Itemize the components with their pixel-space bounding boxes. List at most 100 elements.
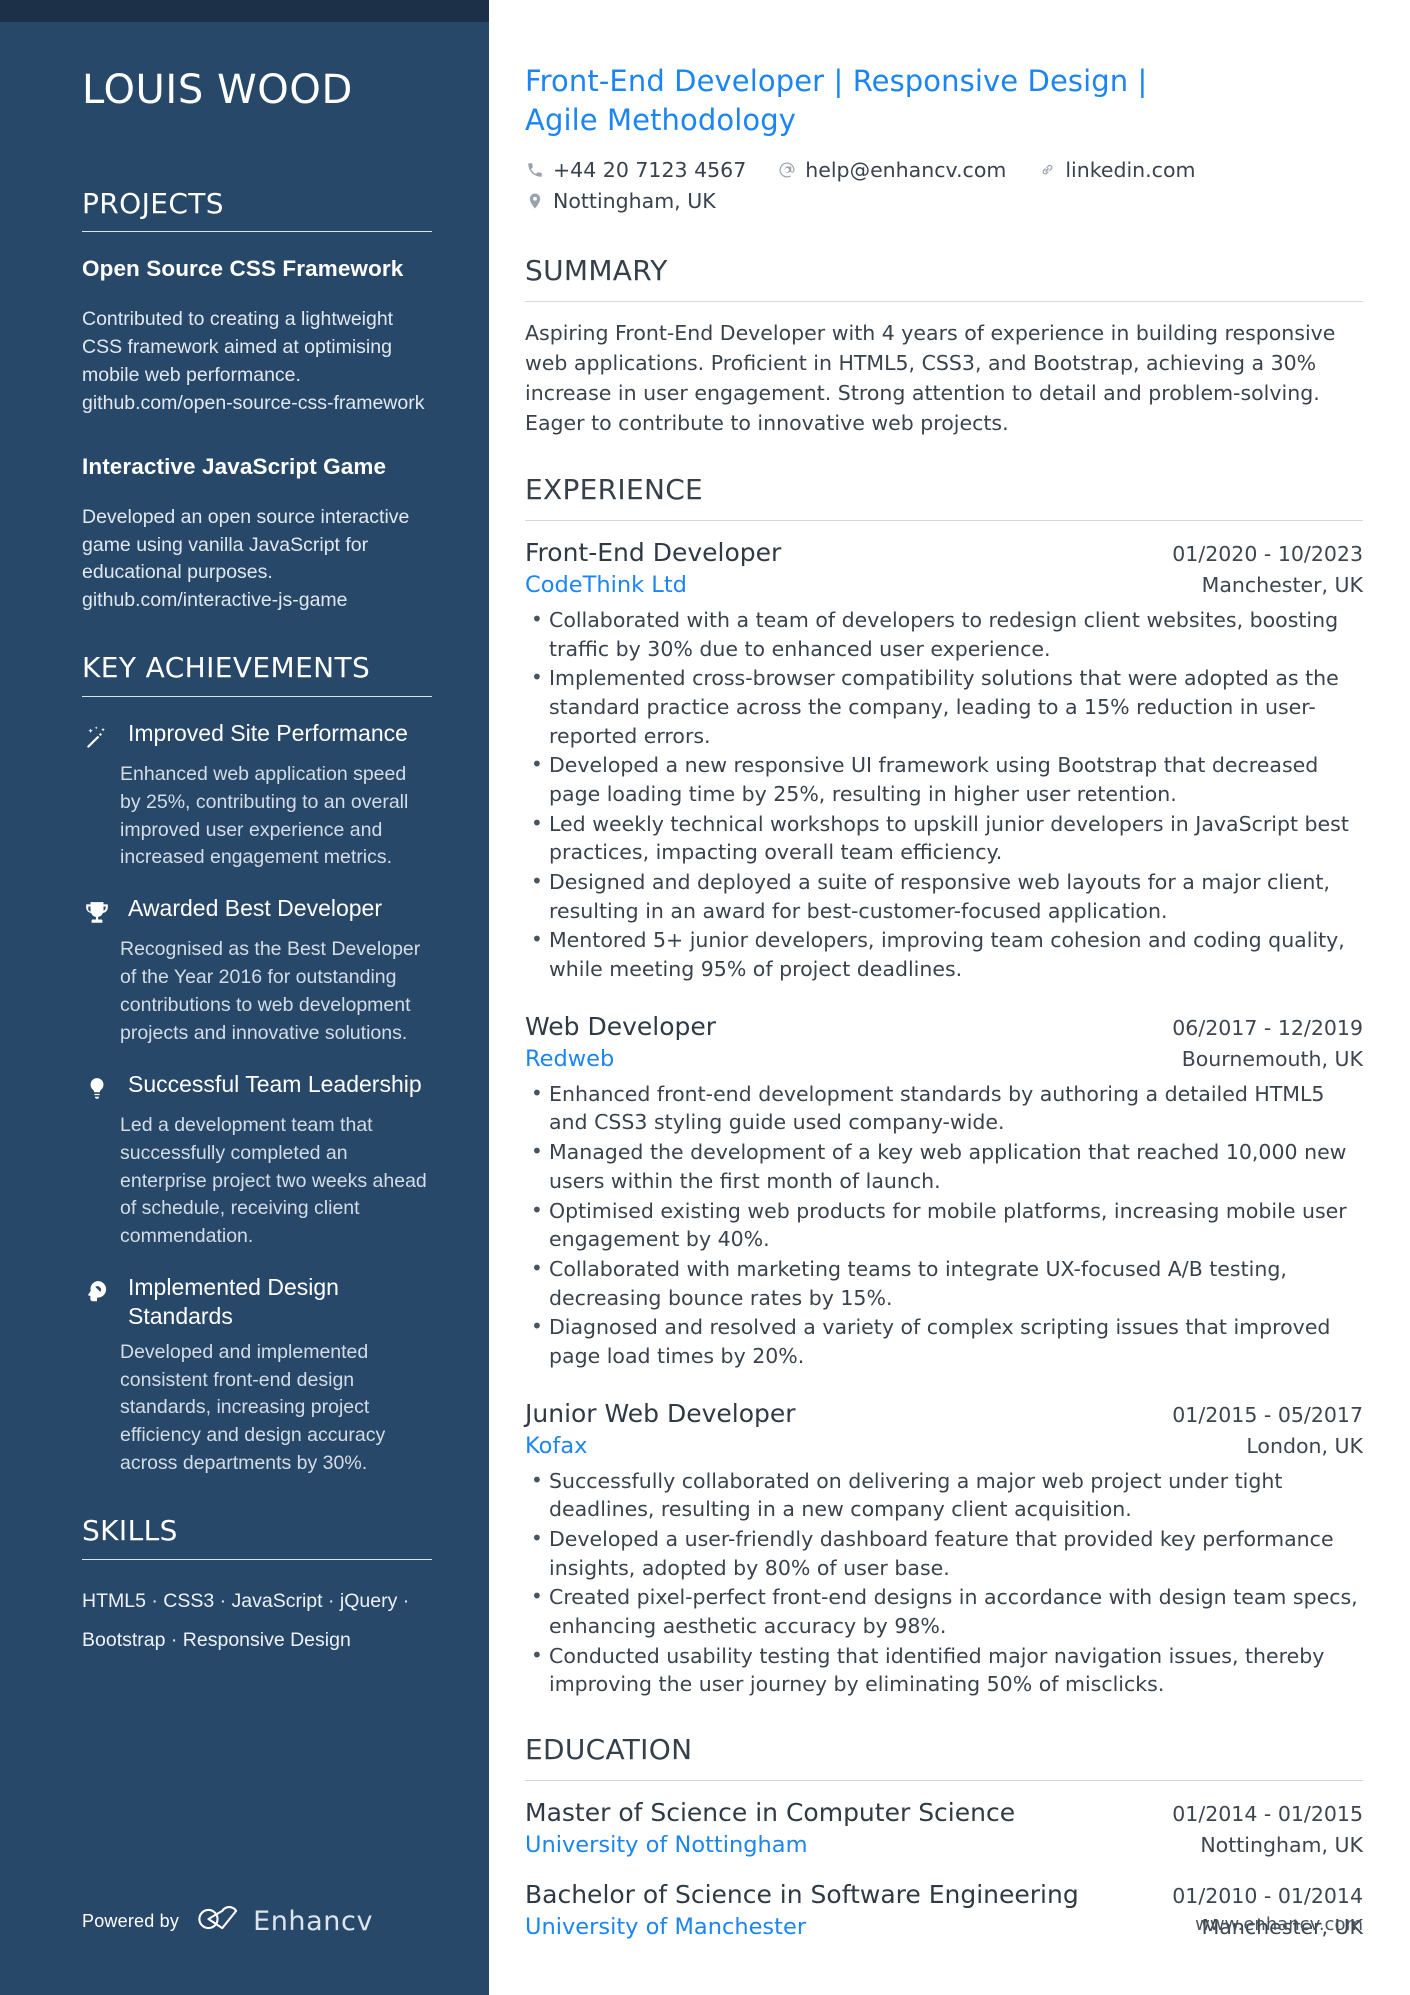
education-entry: Master of Science in Computer Science 01…	[525, 1798, 1363, 1858]
achievement-item: Awarded Best Developer	[82, 894, 432, 928]
at-email-icon	[777, 161, 796, 180]
education-degree: Master of Science in Computer Science	[525, 1798, 1016, 1828]
summary-heading: SUMMARY	[525, 254, 668, 288]
job-location: London, UK	[1246, 1433, 1363, 1458]
job-bullet: Enhanced front-end development standards…	[525, 1079, 1363, 1137]
job-company[interactable]: CodeThink Ltd	[525, 572, 687, 598]
job-bullet: Developed a new responsive UI framework …	[525, 750, 1363, 808]
enhancv-wordmark: Enhancv	[253, 1906, 374, 1937]
job-bullets: Successfully collaborated on delivering …	[525, 1466, 1363, 1700]
achievement-description: Led a development team that successfully…	[120, 1113, 427, 1248]
experience-title-row: Junior Web Developer 01/2015 - 05/2017	[525, 1399, 1363, 1428]
phone-text: +44 20 7123 4567	[553, 158, 747, 183]
achievement-description: Enhanced web application speed by 25%, c…	[120, 762, 409, 869]
key-achievements-divider	[82, 695, 432, 697]
project-description: Contributed to creating a lightweight CS…	[82, 308, 425, 414]
trophy-icon	[82, 898, 112, 928]
education-school[interactable]: University of Manchester	[525, 1914, 806, 1940]
skills-line: Bootstrap · Responsive Design	[82, 1628, 351, 1651]
link-icon	[1037, 161, 1056, 180]
achievement-title: Improved Site Performance	[128, 719, 408, 746]
education-heading: EDUCATION	[525, 1733, 693, 1767]
education-degree-row: Master of Science in Computer Science 01…	[525, 1798, 1363, 1827]
job-bullets: Collaborated with a team of developers t…	[525, 605, 1363, 984]
job-bullet: Optimised existing web products for mobi…	[525, 1195, 1363, 1254]
achievement-title: Awarded Best Developer	[128, 895, 382, 922]
powered-by-label: Powered by	[82, 1911, 180, 1931]
phone-icon	[525, 161, 544, 180]
project-name: Open Source CSS Framework	[82, 256, 404, 282]
education-degree-row: Bachelor of Science in Software Engineer…	[525, 1880, 1363, 1909]
sidebar: LOUIS WOOD PROJECTS Open Source CSS Fram…	[0, 0, 489, 1995]
section-key-achievements: KEY ACHIEVEMENTS Improved Site Performan…	[82, 651, 432, 1478]
enhancv-infinity-icon	[197, 1906, 239, 1937]
email-text: help@enhancv.com	[805, 158, 1007, 183]
job-company[interactable]: Kofax	[525, 1433, 587, 1459]
achievement-title: Successful Team Leadership	[128, 1070, 422, 1097]
job-dates: 06/2017 - 12/2019	[1172, 1015, 1363, 1040]
project-item: Open Source CSS Framework Contributed to…	[82, 254, 432, 417]
job-bullet: Designed and deployed a suite of respons…	[525, 867, 1363, 925]
education-divider	[525, 1780, 1363, 1782]
experience-entry: Junior Web Developer 01/2015 - 05/2017 K…	[525, 1399, 1363, 1700]
achievement-title: Implemented Design Standards	[128, 1274, 339, 1329]
professional-headline: Front-End Developer | Responsive Design …	[525, 64, 1148, 137]
job-bullet: Conducted usability testing that identif…	[525, 1641, 1363, 1699]
job-company[interactable]: Redweb	[525, 1046, 614, 1072]
achievement-item: Successful Team Leadership	[82, 1070, 432, 1104]
candidate-name: LOUIS WOOD	[82, 67, 353, 113]
main-content: Front-End Developer | Responsive Design …	[489, 0, 1410, 1995]
contact-linkedin[interactable]: linkedin.com	[1037, 158, 1195, 182]
summary-text: Aspiring Front-End Developer with 4 year…	[525, 321, 1336, 435]
job-bullet: Collaborated with a team of developers t…	[525, 605, 1363, 663]
job-title: Front-End Developer	[525, 537, 782, 567]
experience-entry: Web Developer 06/2017 - 12/2019 Redweb B…	[525, 1012, 1363, 1371]
skills-heading: SKILLS	[82, 1514, 178, 1548]
contact-line-secondary: Nottingham, UK	[525, 189, 1363, 220]
education-dates: 01/2014 - 01/2015	[1172, 1802, 1363, 1827]
contact-info: +44 20 7123 4567 help@enhancv.com linked…	[525, 158, 1363, 220]
footer-website: www.enhancv.com	[1195, 1914, 1363, 1935]
resume-page: LOUIS WOOD PROJECTS Open Source CSS Fram…	[0, 0, 1410, 1995]
achievement-item: Improved Site Performance	[82, 719, 432, 753]
summary-divider	[525, 301, 1363, 303]
job-bullet: Diagnosed and resolved a variety of comp…	[525, 1312, 1363, 1370]
achievement-description: Recognised as the Best Developer of the …	[120, 938, 421, 1044]
projects-divider	[82, 231, 432, 233]
education-school-row: University of Nottingham Nottingham, UK	[525, 1827, 1363, 1858]
section-experience: EXPERIENCE Front-End Developer 01/2020 -…	[525, 473, 1363, 1699]
job-bullets: Enhanced front-end development standards…	[525, 1079, 1363, 1371]
contact-phone[interactable]: +44 20 7123 4567	[525, 158, 746, 182]
section-education: EDUCATION Master of Science in Computer …	[525, 1733, 1363, 1940]
project-description: Developed an open source interactive gam…	[82, 505, 410, 612]
linkedin-text: linkedin.com	[1065, 158, 1196, 183]
skills-divider	[82, 1558, 432, 1560]
education-location: Nottingham, UK	[1200, 1833, 1363, 1858]
job-location: Bournemouth, UK	[1181, 1046, 1363, 1071]
job-bullet: Collaborated with marketing teams to int…	[525, 1254, 1363, 1312]
job-dates: 01/2020 - 10/2023	[1172, 541, 1363, 566]
key-achievements-heading: KEY ACHIEVEMENTS	[82, 651, 371, 685]
contact-email[interactable]: help@enhancv.com	[777, 158, 1006, 182]
experience-title-row: Web Developer 06/2017 - 12/2019	[525, 1012, 1363, 1041]
contact-location: Nottingham, UK	[525, 189, 716, 213]
job-bullet: Developed a user-friendly dashboard feat…	[525, 1524, 1363, 1582]
experience-company-row: Redweb Bournemouth, UK	[525, 1041, 1363, 1072]
enhancv-logo: Enhancv	[197, 1906, 373, 1937]
section-skills: SKILLS HTML5 · CSS3 · JavaScript · jQuer…	[82, 1514, 432, 1660]
experience-entry: Front-End Developer 01/2020 - 10/2023 Co…	[525, 538, 1363, 984]
projects-heading: PROJECTS	[82, 186, 224, 220]
section-projects: PROJECTS Open Source CSS Framework Contr…	[82, 187, 432, 615]
education-school[interactable]: University of Nottingham	[525, 1832, 808, 1858]
contact-line-primary: +44 20 7123 4567 help@enhancv.com linked…	[525, 158, 1363, 189]
experience-company-row: CodeThink Ltd Manchester, UK	[525, 567, 1363, 598]
location-pin-icon	[525, 192, 544, 211]
job-title: Web Developer	[525, 1011, 717, 1041]
education-dates: 01/2010 - 01/2014	[1172, 1884, 1363, 1909]
experience-company-row: Kofax London, UK	[525, 1428, 1363, 1459]
powered-by: Powered by Enhancv	[82, 1906, 373, 1937]
skills-line: HTML5 · CSS3 · JavaScript · jQuery ·	[82, 1589, 410, 1612]
project-item: Interactive JavaScript Game Developed an…	[82, 452, 432, 615]
job-bullet: Successfully collaborated on delivering …	[525, 1466, 1363, 1524]
job-bullet: Implemented cross-browser compatibility …	[525, 663, 1363, 750]
